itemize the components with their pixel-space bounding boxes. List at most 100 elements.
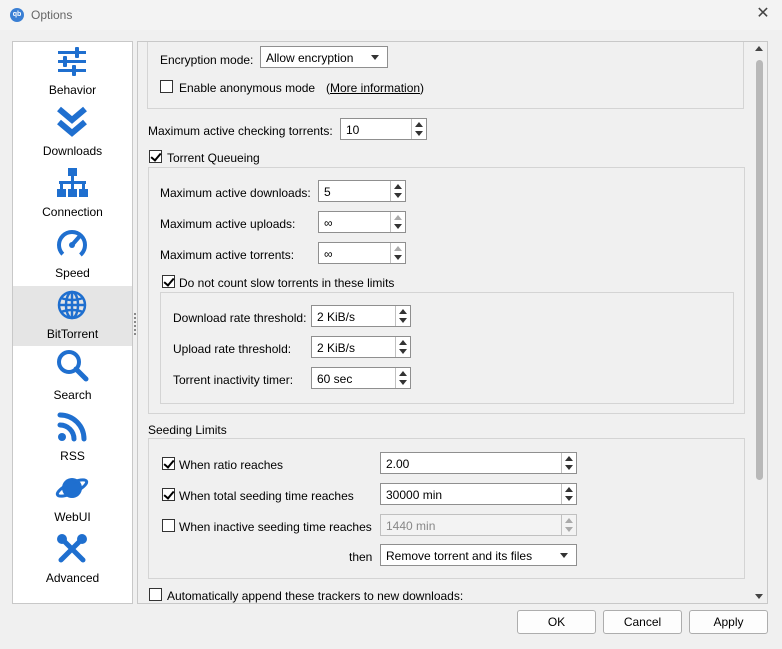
spin-down-icon [399,380,407,385]
close-icon: ✕ [756,5,770,22]
spin-arrows[interactable] [395,306,410,326]
ratio-limit-value: 2.00 [386,457,410,471]
sidebar-item-webui[interactable]: WebUI [13,469,132,529]
sidebar-item-bittorrent[interactable]: BitTorrent [13,286,132,346]
torrent-inactivity-timer-label: Torrent inactivity timer: [173,373,294,387]
seeding-action-dropdown[interactable]: Remove torrent and its files [380,544,577,566]
spin-arrows[interactable] [411,119,426,139]
seeding-time-spinbox[interactable]: 30000 min [380,483,577,505]
sidebar-item-label: RSS [60,449,85,463]
sidebar-item-speed[interactable]: Speed [13,225,132,285]
options-content-panel: Encryption mode: Allow encryption Enable… [137,41,768,604]
planet-icon [55,478,89,498]
sidebar-item-connection[interactable]: Connection [13,164,132,224]
slow-torrents-label: Do not count slow torrents in these limi… [179,276,395,290]
sidebar-item-label: BitTorrent [46,327,99,341]
torrent-inactivity-timer-spinbox[interactable]: 60 sec [311,367,411,389]
ok-button[interactable]: OK [517,610,596,634]
inactive-seeding-time-spinbox: 1440 min [380,514,577,536]
max-checking-torrents-spinbox[interactable]: 10 [340,118,427,140]
sidebar-item-label: Connection [42,205,103,219]
ratio-limit-checkbox[interactable] [162,457,175,470]
append-trackers-label: Automatically append these trackers to n… [167,589,464,603]
qbittorrent-logo-icon: qb [10,8,24,22]
spin-up-icon [565,487,573,492]
spin-arrows[interactable] [390,181,405,201]
inactive-seeding-time-label: When inactive seeding time reaches [179,520,372,534]
splitter-handle[interactable] [134,313,136,335]
download-rate-threshold-spinbox[interactable]: 2 KiB/s [311,305,411,327]
torrent-queueing-checkbox[interactable] [149,150,162,163]
max-checking-torrents-value: 10 [346,123,360,137]
append-trackers-checkbox[interactable] [149,588,162,601]
double-chevron-down-icon [57,106,87,137]
ratio-limit-spinbox[interactable]: 2.00 [380,452,577,474]
spin-down-icon [394,193,402,198]
max-active-downloads-spinbox[interactable]: 5 [318,180,406,202]
sidebar-item-search[interactable]: Search [13,347,132,407]
scroll-thumb[interactable] [756,60,763,480]
paren-close: ) [420,81,425,95]
spin-up-icon [399,371,407,376]
slow-torrents-group: Download rate threshold: 2 KiB/s Upload … [160,292,734,404]
inactive-seeding-time-value: 1440 min [386,519,436,533]
spin-arrows[interactable] [390,243,405,263]
max-active-downloads-label: Maximum active downloads: [160,186,311,200]
encryption-mode-dropdown[interactable]: Allow encryption [260,46,388,68]
apply-button[interactable]: Apply [689,610,768,634]
max-active-torrents-value: ∞ [324,247,333,261]
spin-down-icon [565,496,573,501]
spin-up-icon [394,246,402,251]
spin-arrows[interactable] [395,337,410,357]
chevron-down-icon [371,55,379,60]
upload-rate-threshold-spinbox[interactable]: 2 KiB/s [311,336,411,358]
max-active-uploads-spinbox[interactable]: ∞ [318,211,406,233]
speedometer-icon [57,230,87,260]
sidebar-item-behavior[interactable]: Behavior [13,42,132,102]
spin-up-icon [415,122,423,127]
ratio-limit-label: When ratio reaches [179,458,284,472]
spin-up-icon [394,184,402,189]
sidebar-item-label: Behavior [48,83,97,97]
sliders-icon [58,47,86,76]
sidebar-item-advanced[interactable]: Advanced [13,530,132,590]
seeding-time-value: 30000 min [386,488,443,502]
anonymous-mode-checkbox[interactable] [160,80,173,93]
rss-icon [57,412,87,442]
spin-down-icon [399,318,407,323]
spin-arrows[interactable] [390,212,405,232]
upload-rate-threshold-value: 2 KiB/s [317,341,356,355]
spin-arrows[interactable] [561,484,576,504]
encryption-mode-value: Allow encryption [266,51,354,65]
seeding-time-checkbox[interactable] [162,488,175,501]
scroll-down-icon[interactable] [755,594,763,599]
network-icon [57,168,88,197]
spin-up-icon [399,340,407,345]
spin-arrows[interactable] [561,453,576,473]
max-active-torrents-spinbox[interactable]: ∞ [318,242,406,264]
seeding-time-label: When total seeding time reaches [179,489,354,503]
more-information-link[interactable]: More information [330,81,420,95]
window-title: Options [31,8,73,22]
sidebar-item-downloads[interactable]: Downloads [13,103,132,163]
inactive-seeding-time-checkbox[interactable] [162,519,175,532]
cancel-button[interactable]: Cancel [603,610,682,634]
spin-arrows[interactable] [395,368,410,388]
max-checking-torrents-label: Maximum active checking torrents: [148,124,333,138]
slow-torrents-checkbox[interactable] [162,275,175,288]
content-scrollbar[interactable] [752,42,767,603]
sidebar-item-label: Search [53,388,92,402]
sidebar-item-rss[interactable]: RSS [13,408,132,468]
sidebar-item-label: Downloads [42,144,103,158]
more-information-text: (More information) [326,81,424,95]
download-rate-threshold-label: Download rate threshold: [173,311,307,325]
globe-icon [57,290,87,320]
spin-up-icon [565,518,573,523]
privacy-group: Encryption mode: Allow encryption Enable… [147,42,744,109]
spin-down-icon [565,527,573,532]
max-active-downloads-value: 5 [324,185,331,199]
scroll-up-icon[interactable] [755,46,763,51]
close-button[interactable]: ✕ [752,4,774,24]
seeding-limits-title: Seeding Limits [148,423,227,437]
title-bar: qb Options ✕ [0,0,782,30]
